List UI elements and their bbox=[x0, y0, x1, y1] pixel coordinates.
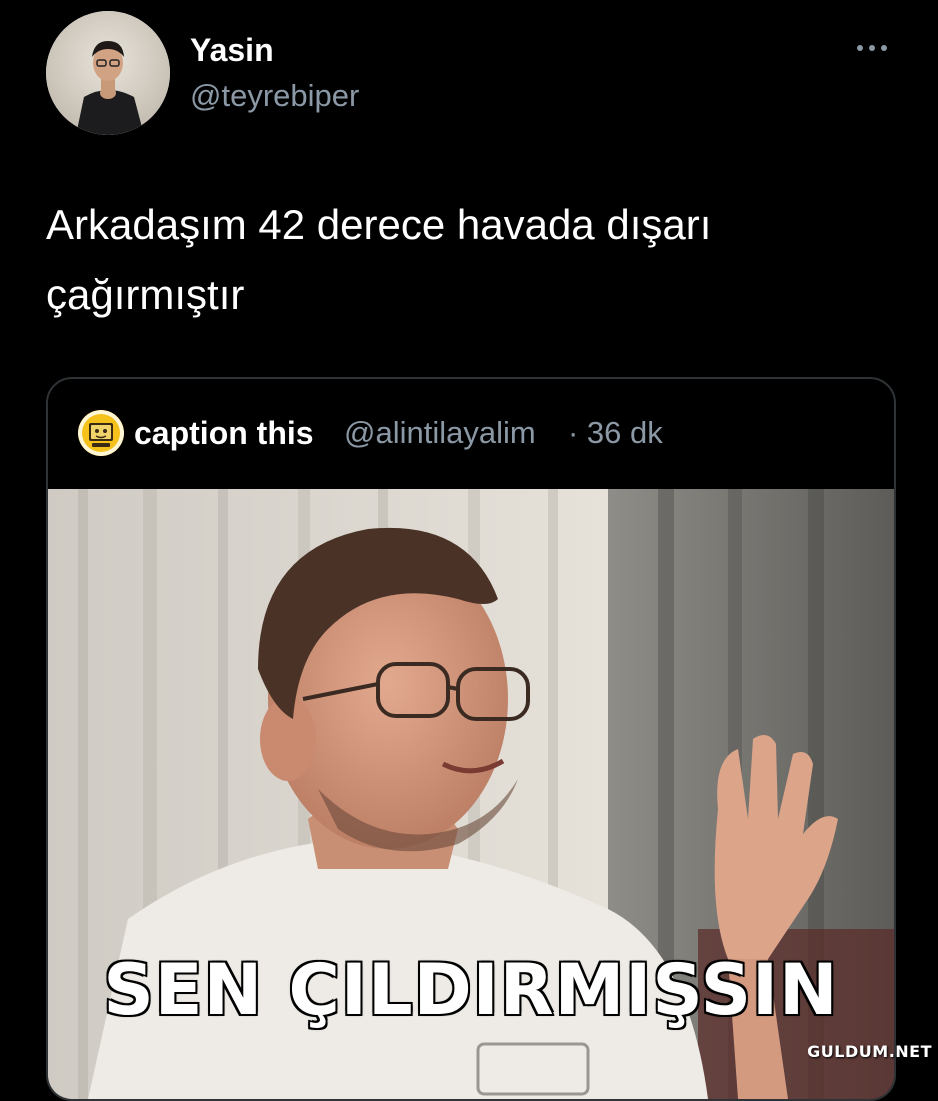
tweet-text-line-1: Arkadaşım 42 derece havada dışarı bbox=[46, 201, 712, 248]
quoted-tweet-timestamp[interactable]: · 36 dk bbox=[568, 413, 663, 453]
author-handle[interactable]: @teyrebiper bbox=[190, 76, 359, 116]
media-caption-text: SEN ÇILDIRMIŞSIN bbox=[102, 948, 839, 1033]
quoted-tweet-header: caption this @alintilayalim · 36 dk bbox=[48, 379, 894, 489]
quoted-author-handle[interactable]: @alintilayalim bbox=[344, 413, 536, 453]
quoted-tweet-media[interactable]: SEN ÇILDIRMIŞSIN bbox=[48, 489, 894, 1099]
author-display-name[interactable]: Yasin bbox=[190, 30, 274, 70]
quoted-tweet-card[interactable]: caption this @alintilayalim · 36 dk SEN … bbox=[46, 377, 896, 1101]
avatar-photo bbox=[46, 11, 170, 135]
tweet-text: Arkadaşım 42 derece havada dışarı çağırm… bbox=[46, 190, 906, 330]
tweet-text-line-2: çağırmıştır bbox=[46, 271, 245, 318]
quoted-author-display-name[interactable]: caption this bbox=[134, 413, 314, 453]
quoted-author-avatar[interactable] bbox=[78, 410, 124, 456]
quoted-avatar-logo bbox=[78, 410, 124, 456]
more-horizontal-icon[interactable] bbox=[852, 36, 892, 60]
author-avatar[interactable] bbox=[46, 11, 170, 135]
watermark: GULDUM.NET bbox=[807, 1042, 932, 1061]
